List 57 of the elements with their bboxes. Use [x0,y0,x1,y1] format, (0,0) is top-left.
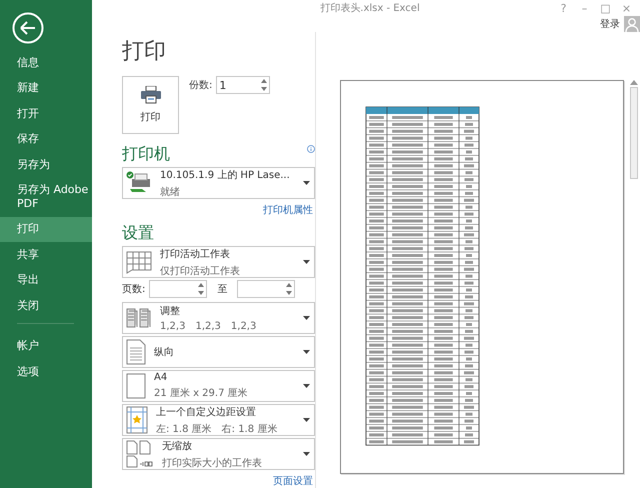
printer-dropdown[interactable]: 10.105.1.9 上的 HP Lase... 就绪 [122,167,315,199]
nav-item[interactable]: 选项 [0,359,92,384]
caret-icon [303,260,310,264]
nav-item[interactable]: 导出 [0,268,92,293]
caret-icon [303,452,310,456]
caret-icon [303,418,310,422]
back-icon[interactable] [12,12,44,44]
document-icon [126,339,146,365]
margins-icon [126,406,148,434]
paper-icon [126,373,146,399]
scrollbar-thumb[interactable] [630,87,638,179]
setting-dropdown[interactable]: 上一个自定义边距设置 左: 1.8 厘米 右: 1.8 厘米 [122,404,315,436]
worksheet-icon [126,250,152,274]
caret-icon [303,181,310,185]
nav-item[interactable]: 另存为 Adobe PDF [0,178,92,216]
nav-item[interactable]: 打印 [0,216,92,242]
pages-icon [126,307,152,329]
page-from-field[interactable] [149,280,208,298]
avatar-icon[interactable] [624,16,640,32]
nav-item[interactable]: 信息 [0,50,92,76]
nav-item[interactable]: 共享 [0,242,92,268]
scaling-icon [126,440,154,468]
nav-item[interactable]: 关闭 [0,293,92,318]
nav-item[interactable]: 新建 [0,76,92,101]
window-button[interactable]: – [579,2,590,14]
window-title: 打印表头.xlsx - Excel [319,2,421,15]
caret-icon [303,316,310,320]
scroll-up-icon[interactable] [630,80,638,85]
setting-dropdown[interactable]: 调整 1,2,3 1,2,3 1,2,3 [122,302,315,334]
to-label: 至 [217,283,228,296]
copies-label: 份数: [189,79,212,92]
spinner-icon[interactable] [286,282,292,296]
printer-icon [140,86,160,104]
copies-field[interactable]: 1 [216,76,270,94]
printer-icon [126,171,152,195]
nav-item[interactable]: 保存 [0,126,92,152]
caret-icon [303,384,310,388]
spinner-icon[interactable] [261,78,268,92]
spinner-icon[interactable] [198,282,204,296]
page-setup-link[interactable]: 页面设置 [273,474,313,488]
info-icon [307,145,315,153]
setting-dropdown[interactable]: 纵向 [122,336,315,368]
page-heading: 打印 [122,38,167,66]
caret-icon [303,350,310,354]
print-button[interactable]: 打印 [122,76,179,134]
section-heading: 设置 [122,223,154,244]
setting-dropdown[interactable]: 打印活动工作表 仅打印活动工作表 [122,246,315,278]
nav-item[interactable]: 打开 [0,101,92,126]
printer-properties-link[interactable]: 打印机属性 [263,203,313,217]
sign-in-link[interactable]: 登录 [600,17,620,31]
nav-item[interactable]: 另存为 [0,152,92,178]
setting-dropdown[interactable]: 无缩放 打印实际大小的工作表 [122,438,315,470]
pages-label: 页数: [122,283,146,296]
setting-dropdown[interactable]: A4 21 厘米 x 29.7 厘米 [122,370,315,402]
nav-item[interactable]: 帐户 [0,334,92,359]
section-heading: 打印机 [122,144,170,165]
page-to-field[interactable] [237,280,296,298]
